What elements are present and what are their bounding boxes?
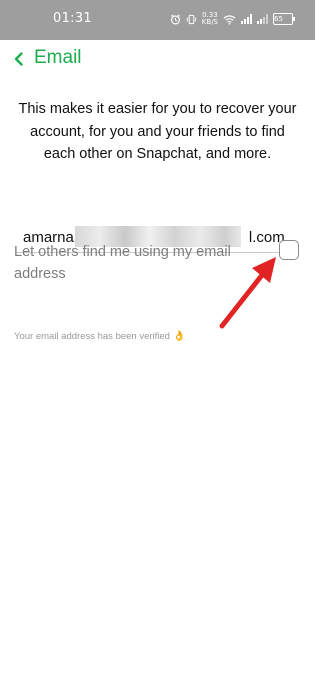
signal-icon-2 — [257, 14, 268, 24]
status-time: 01:31 — [53, 11, 92, 26]
net-speed: 0.33 KB/S — [202, 12, 218, 26]
verified-text: Your email address has been verified — [14, 331, 170, 342]
status-icons: 0.33 KB/S 65 — [170, 12, 295, 26]
battery-icon: 65 — [273, 13, 295, 25]
vibrate-icon — [186, 14, 197, 25]
status-bar: 01:31 0.33 KB/S 65 — [0, 0, 315, 40]
chevron-left-icon[interactable] — [11, 51, 27, 67]
ok-hand-icon: 👌 — [172, 331, 186, 342]
find-me-label: Let others find me using my email addres… — [14, 244, 231, 282]
alarm-icon — [170, 13, 181, 25]
header: Email — [0, 40, 315, 80]
net-speed-unit: KB/S — [201, 18, 218, 26]
wifi-icon — [223, 14, 236, 25]
find-me-checkbox[interactable] — [279, 240, 299, 260]
page-title: Email — [34, 47, 82, 68]
verified-status: Your email address has been verified 👌 — [14, 331, 185, 342]
signal-icon-1 — [241, 14, 252, 24]
description-text: This makes it easier for you to recover … — [18, 101, 297, 162]
